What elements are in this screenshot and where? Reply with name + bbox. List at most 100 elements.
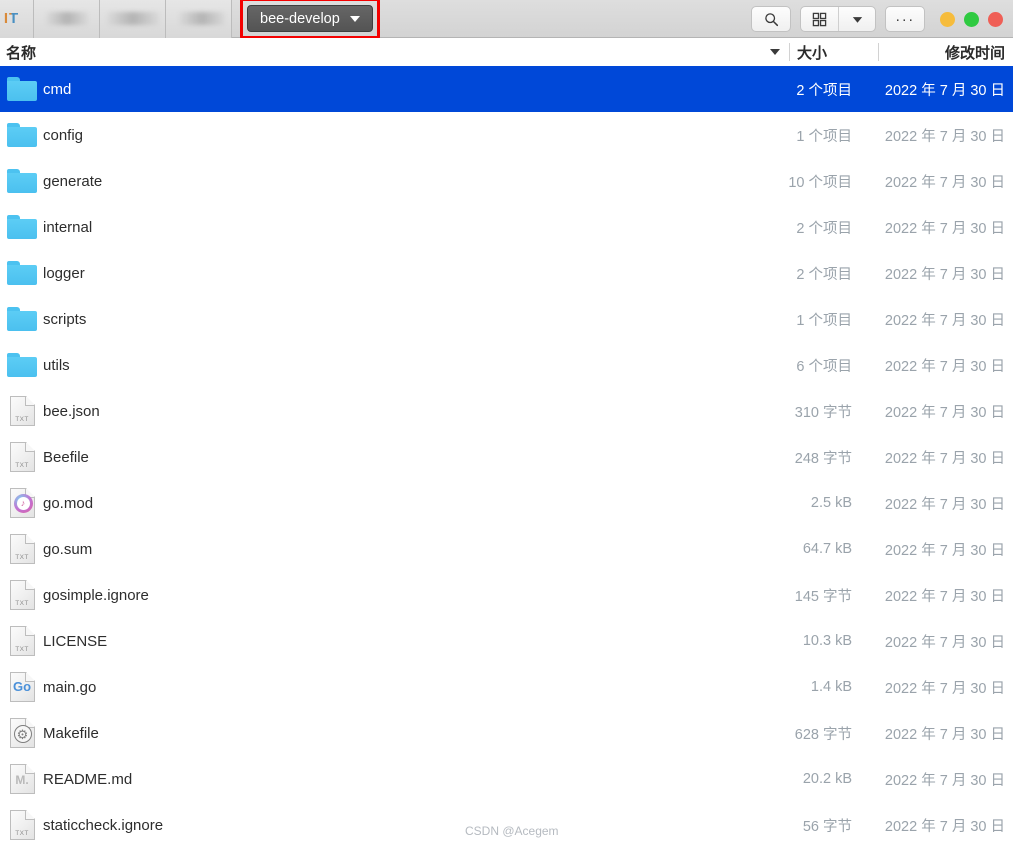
file-size: 64.7 kB — [802, 541, 852, 557]
file-name: config — [43, 126, 84, 144]
file-icon-cell — [1, 353, 43, 377]
file-size: 145 字节 — [794, 588, 852, 605]
gear-icon: ⚙ — [13, 725, 32, 743]
tab-redacted-3[interactable] — [166, 0, 232, 38]
file-size: 2.5 kB — [810, 495, 852, 511]
file-row[interactable]: TXT go.sum 64.7 kB 2022 年 7 月 30 日 — [0, 526, 1013, 572]
redacted-label-icon — [178, 12, 225, 25]
file-size: 2 个项目 — [796, 220, 852, 237]
file-modified-date: 2022 年 7 月 30 日 — [884, 496, 1005, 513]
file-row[interactable]: cmd 2 个项目 2022 年 7 月 30 日 — [0, 66, 1013, 112]
file-modified-date: 2022 年 7 月 30 日 — [884, 174, 1005, 191]
go-file-icon: Go — [9, 672, 35, 702]
file-name: go.sum — [43, 540, 93, 558]
file-row[interactable]: ⚙ Makefile 628 字节 2022 年 7 月 30 日 — [0, 710, 1013, 756]
file-name: README.md — [43, 770, 133, 788]
file-row[interactable]: TXT Beefile 248 字节 2022 年 7 月 30 日 — [0, 434, 1013, 480]
file-icon-cell — [1, 77, 43, 101]
file-row[interactable]: TXT gosimple.ignore 145 字节 2022 年 7 月 30 日 — [0, 572, 1013, 618]
file-icon-cell — [1, 169, 43, 193]
file-type-badge: TXT — [15, 830, 29, 837]
folder-icon — [7, 123, 37, 147]
tab-redacted-2[interactable] — [100, 0, 166, 38]
redacted-label-icon — [45, 12, 88, 25]
search-button[interactable] — [751, 6, 791, 32]
app-logo-tab[interactable]: IT — [0, 0, 34, 38]
file-row[interactable]: TXT LICENSE 10.3 kB 2022 年 7 月 30 日 — [0, 618, 1013, 664]
text-file-icon: TXT — [9, 396, 35, 426]
more-options-button[interactable]: ··· — [885, 6, 925, 32]
ellipsis-icon: ··· — [895, 10, 915, 28]
file-row[interactable]: M. README.md 20.2 kB 2022 年 7 月 30 日 — [0, 756, 1013, 802]
file-row[interactable]: TXT staticcheck.ignore 56 字节 2022 年 7 月 30 … — [0, 802, 1013, 843]
maximize-button[interactable] — [964, 11, 979, 27]
file-list: cmd 2 个项目 2022 年 7 月 30 日 config 1 个项目 2022 年… — [0, 66, 1013, 843]
file-modified-date: 2022 年 7 月 30 日 — [884, 312, 1005, 329]
view-mode-segmented-control — [800, 6, 876, 32]
file-icon-cell: M. — [1, 764, 43, 794]
markdown-file-icon: M. — [9, 764, 35, 794]
file-modified-date: 2022 年 7 月 30 日 — [884, 220, 1005, 237]
file-icon-cell — [1, 123, 43, 147]
file-type-badge: TXT — [15, 416, 29, 423]
folder-icon — [7, 307, 37, 331]
column-divider — [878, 43, 879, 61]
file-modified-date: 2022 年 7 月 30 日 — [884, 680, 1005, 697]
file-size: 248 字节 — [794, 450, 852, 467]
view-options-button[interactable] — [838, 7, 875, 31]
tab-redacted-1[interactable] — [34, 0, 100, 38]
path-breadcrumb-label: bee-develop — [260, 10, 340, 27]
redacted-label-icon — [106, 12, 159, 25]
file-modified-date: 2022 年 7 月 30 日 — [884, 818, 1005, 835]
file-type-badge: TXT — [15, 554, 29, 561]
column-header-name[interactable]: 名称 — [6, 42, 36, 63]
toolbar-right: ··· — [751, 0, 1003, 38]
file-type-badge: M. — [15, 773, 29, 787]
column-header-size[interactable]: 大小 — [797, 42, 827, 63]
file-name: generate — [43, 172, 103, 190]
app-logo-text: IT — [3, 10, 20, 27]
file-icon-cell: TXT — [1, 580, 43, 610]
file-row[interactable]: Go main.go 1.4 kB 2022 年 7 月 30 日 — [0, 664, 1013, 710]
file-icon-cell: ⚙ — [1, 718, 43, 748]
file-name: Beefile — [43, 448, 89, 466]
column-header-modified[interactable]: 修改时间 — [945, 42, 1005, 63]
file-type-badge: Go — [12, 679, 32, 694]
file-size: 10.3 kB — [802, 633, 852, 649]
text-file-icon: TXT — [9, 580, 35, 610]
folder-icon — [7, 261, 37, 285]
file-row[interactable]: TXT bee.json 310 字节 2022 年 7 月 30 日 — [0, 388, 1013, 434]
close-button[interactable] — [988, 11, 1003, 27]
folder-icon — [7, 169, 37, 193]
file-size: 2 个项目 — [796, 82, 852, 99]
file-size: 310 字节 — [794, 404, 852, 421]
file-row[interactable]: utils 6 个项目 2022 年 7 月 30 日 — [0, 342, 1013, 388]
file-modified-date: 2022 年 7 月 30 日 — [884, 588, 1005, 605]
file-modified-date: 2022 年 7 月 30 日 — [884, 358, 1005, 375]
file-row[interactable]: logger 2 个项目 2022 年 7 月 30 日 — [0, 250, 1013, 296]
file-row[interactable]: ♪ go.mod 2.5 kB 2022 年 7 月 30 日 — [0, 480, 1013, 526]
file-row[interactable]: scripts 1 个项目 2022 年 7 月 30 日 — [0, 296, 1013, 342]
folder-icon — [7, 215, 37, 239]
search-icon — [764, 12, 778, 26]
file-size: 2 个项目 — [796, 266, 852, 283]
file-type-badge: TXT — [15, 646, 29, 653]
file-name: main.go — [43, 678, 97, 696]
file-row[interactable]: internal 2 个项目 2022 年 7 月 30 日 — [0, 204, 1013, 250]
text-file-icon: TXT — [9, 534, 35, 564]
path-breadcrumb-button[interactable]: bee-develop — [247, 5, 373, 32]
file-row[interactable]: generate 10 个项目 2022 年 7 月 30 日 — [0, 158, 1013, 204]
file-icon-cell: TXT — [1, 626, 43, 656]
file-modified-date: 2022 年 7 月 30 日 — [884, 542, 1005, 559]
file-name: scripts — [43, 310, 87, 328]
caret-down-icon — [852, 16, 862, 23]
view-grid-button[interactable] — [801, 7, 838, 31]
file-size: 1 个项目 — [796, 128, 852, 145]
file-name: utils — [43, 356, 70, 374]
file-icon-cell: TXT — [1, 810, 43, 840]
file-row[interactable]: config 1 个项目 2022 年 7 月 30 日 — [0, 112, 1013, 158]
text-file-icon: TXT — [9, 810, 35, 840]
file-name: LICENSE — [43, 632, 108, 650]
minimize-button[interactable] — [940, 11, 955, 27]
sort-descending-icon[interactable] — [770, 49, 780, 55]
